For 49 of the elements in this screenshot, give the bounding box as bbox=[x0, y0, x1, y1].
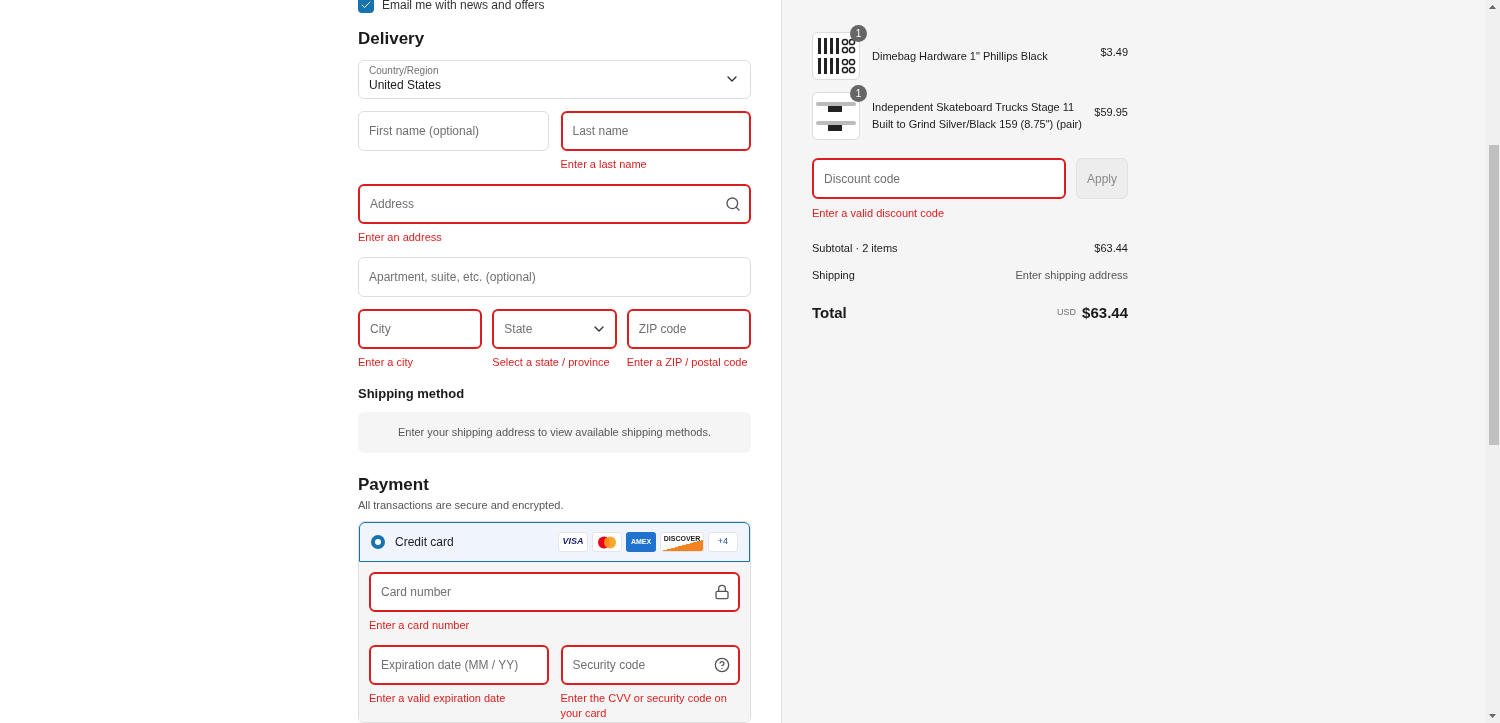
product-name: Dimebag Hardware 1" Phillips Black bbox=[872, 48, 1049, 64]
payment-heading: Payment bbox=[358, 473, 430, 496]
total-label: Total bbox=[812, 302, 847, 323]
credit-card-label: Credit card bbox=[395, 534, 455, 552]
search-icon bbox=[725, 195, 741, 212]
input-field[interactable]: Address bbox=[358, 183, 751, 224]
more-cards-label: +4 bbox=[708, 532, 738, 553]
quantity-badge: 1 bbox=[850, 25, 867, 42]
error-message: Enter a last name bbox=[560, 156, 648, 172]
input-field[interactable]: City bbox=[358, 308, 483, 349]
payment-subtitle: All transactions are secure and encrypted. bbox=[358, 497, 565, 513]
error-message: Enter a card number bbox=[369, 618, 471, 634]
help-icon bbox=[714, 657, 730, 674]
error-message: Enter a ZIP / postal code bbox=[626, 354, 749, 370]
subtotal-label: Subtotal · 2 items bbox=[812, 240, 898, 256]
country-select[interactable]: Country/Region United States bbox=[358, 59, 751, 99]
input-field[interactable]: Last name bbox=[560, 110, 751, 151]
subtotal-value: $63.44 bbox=[1094, 240, 1128, 256]
country-label: Country/Region bbox=[369, 65, 440, 77]
product-price: $3.49 bbox=[1100, 45, 1128, 60]
shipping-method-notice: Enter your shipping address to view available shipping methods. bbox=[358, 412, 751, 453]
lock-icon bbox=[714, 584, 730, 601]
quantity-badge: 1 bbox=[850, 85, 867, 102]
error-message: Enter a valid expiration date bbox=[369, 691, 507, 707]
input-field[interactable]: ZIP code bbox=[626, 308, 751, 349]
product-name: Independent Skateboard Trucks Stage 11 Built to Grind Silver/Black 159 (8.75") (pair) bbox=[872, 100, 1083, 132]
error-message: Enter a city bbox=[358, 354, 415, 370]
shipping-method-heading: Shipping method bbox=[358, 384, 466, 403]
product-price: $59.95 bbox=[1094, 105, 1128, 120]
total-value: $63.44 bbox=[1082, 302, 1128, 323]
input-field[interactable]: Security code bbox=[560, 645, 740, 686]
error-message: Enter the CVV or security code on your card bbox=[560, 691, 728, 722]
delivery-heading: Delivery bbox=[358, 28, 426, 50]
shipping-value: Enter shipping address bbox=[1015, 268, 1128, 283]
discount-code-field[interactable]: Discount code bbox=[812, 158, 1066, 199]
error-message: Enter a valid discount code bbox=[812, 206, 946, 221]
newsletter-label: Email me with news and offers bbox=[382, 0, 545, 13]
radio-button[interactable] bbox=[371, 535, 385, 550]
shipping-label: Shipping bbox=[812, 268, 855, 283]
input-field[interactable]: Expiration date (MM / YY) bbox=[369, 645, 549, 686]
error-message: Enter an address bbox=[358, 229, 443, 245]
mastercard-logo bbox=[592, 532, 622, 553]
country-value: United States bbox=[369, 77, 443, 93]
select-field[interactable]: State bbox=[492, 308, 617, 349]
currency-label: USD bbox=[1057, 306, 1077, 319]
visa-logo: VISA bbox=[558, 532, 588, 553]
newsletter-checkbox[interactable] bbox=[358, 0, 374, 13]
error-message: Select a state / province bbox=[492, 354, 611, 370]
input-field[interactable]: Card number bbox=[369, 572, 740, 613]
